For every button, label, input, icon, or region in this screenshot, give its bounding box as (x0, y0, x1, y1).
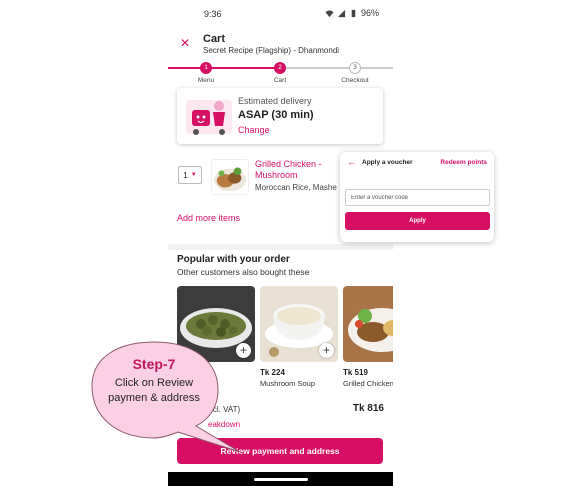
popular-section-subtitle: Other customers also bought these (177, 267, 310, 277)
add-item-button[interactable]: + (319, 343, 334, 358)
add-item-button[interactable]: + (236, 343, 251, 358)
checkout-stepper: 1 2 3 Menu Cart Checkout (168, 62, 393, 84)
popular-item-image: + (260, 286, 338, 362)
popular-item-card[interactable]: Tk 519 Grilled Chicken Pepper (343, 286, 393, 388)
signal-icon (337, 9, 346, 17)
stepper-remaining-line (280, 67, 393, 69)
voucher-title: Apply a voucher (362, 159, 413, 166)
popular-item-price: Tk 519 (343, 368, 368, 377)
step-menu-dot[interactable]: 1 (200, 62, 212, 74)
step-menu-label: Menu (197, 77, 215, 84)
step-checkout-label: Checkout (341, 77, 369, 84)
delivery-label: Estimated delivery (238, 96, 312, 106)
cart-item-name[interactable]: Grilled Chicken - Mushroom (255, 159, 340, 181)
status-bar: 9:36 96% (168, 0, 393, 28)
popular-item-image (343, 286, 393, 362)
review-payment-button[interactable]: Review payment and address (177, 438, 383, 464)
status-time: 9:36 (204, 9, 222, 19)
delivery-time: ASAP (30 min) (238, 109, 314, 121)
phone-screen: 9:36 96% ✕ Cart Secret Recipe (Flagship)… (168, 0, 393, 486)
step-cart-dot: 2 (274, 62, 286, 74)
popular-item-name: Mushroom Soup (260, 379, 316, 388)
system-nav-bar (168, 472, 393, 486)
chevron-down-icon: ▼ (190, 172, 197, 178)
restaurant-name: Secret Recipe (Flagship) - Dhanmondi (203, 46, 340, 55)
cart-item-description: Moroccan Rice, Mashe... (255, 183, 337, 192)
status-icons: 96% (325, 8, 379, 18)
quantity-value: 1 (183, 170, 188, 180)
grilled-chicken-pepper-image (343, 286, 393, 362)
popular-item-price: Tk 224 (260, 368, 285, 377)
wifi-icon (325, 9, 334, 17)
cart-header: ✕ Cart Secret Recipe (Flagship) - Dhanmo… (168, 28, 393, 62)
delivery-rider-icon (186, 100, 232, 135)
back-arrow-icon[interactable]: ← (347, 157, 356, 167)
quantity-select[interactable]: 1 ▼ (178, 166, 202, 184)
stepper-progress-line (168, 67, 280, 69)
popular-item-card[interactable]: + Tk 224 Mushroom Soup (260, 286, 338, 388)
battery-level: 96% (360, 8, 379, 18)
grilled-chicken-image (211, 159, 249, 195)
step-checkout-dot: 3 (349, 62, 361, 74)
redeem-points-link[interactable]: Redeem points (440, 159, 487, 166)
popular-item-name: Grilled Chicken Pepper (343, 379, 393, 388)
home-handle[interactable] (254, 478, 308, 481)
callout-title: Step-7 (132, 356, 176, 372)
change-delivery-link[interactable]: Change (238, 125, 270, 135)
page-title: Cart (203, 33, 226, 45)
total-amount: Tk 816 (352, 403, 384, 414)
apply-voucher-button[interactable]: Apply (345, 212, 490, 230)
voucher-panel: ← Apply a voucher Redeem points Apply (340, 152, 494, 242)
callout-body: Click on Review paymen & address (108, 377, 200, 404)
callout-text: Step-7 Click on Review paymen & address (105, 356, 203, 406)
step-cart-label: Cart (273, 77, 287, 84)
section-divider (168, 244, 393, 250)
total-label: (incl. VAT) (204, 405, 241, 414)
delivery-estimate-card: Estimated delivery ASAP (30 min) Change (177, 88, 383, 144)
add-more-items-link[interactable]: Add more items (177, 213, 240, 223)
close-icon[interactable]: ✕ (180, 36, 190, 50)
battery-icon (351, 9, 356, 17)
voucher-code-input[interactable] (345, 189, 490, 206)
price-breakdown-link[interactable]: eakdown (208, 420, 240, 429)
popular-section-title: Popular with your order (177, 254, 290, 265)
popular-item-image: + (177, 286, 255, 362)
